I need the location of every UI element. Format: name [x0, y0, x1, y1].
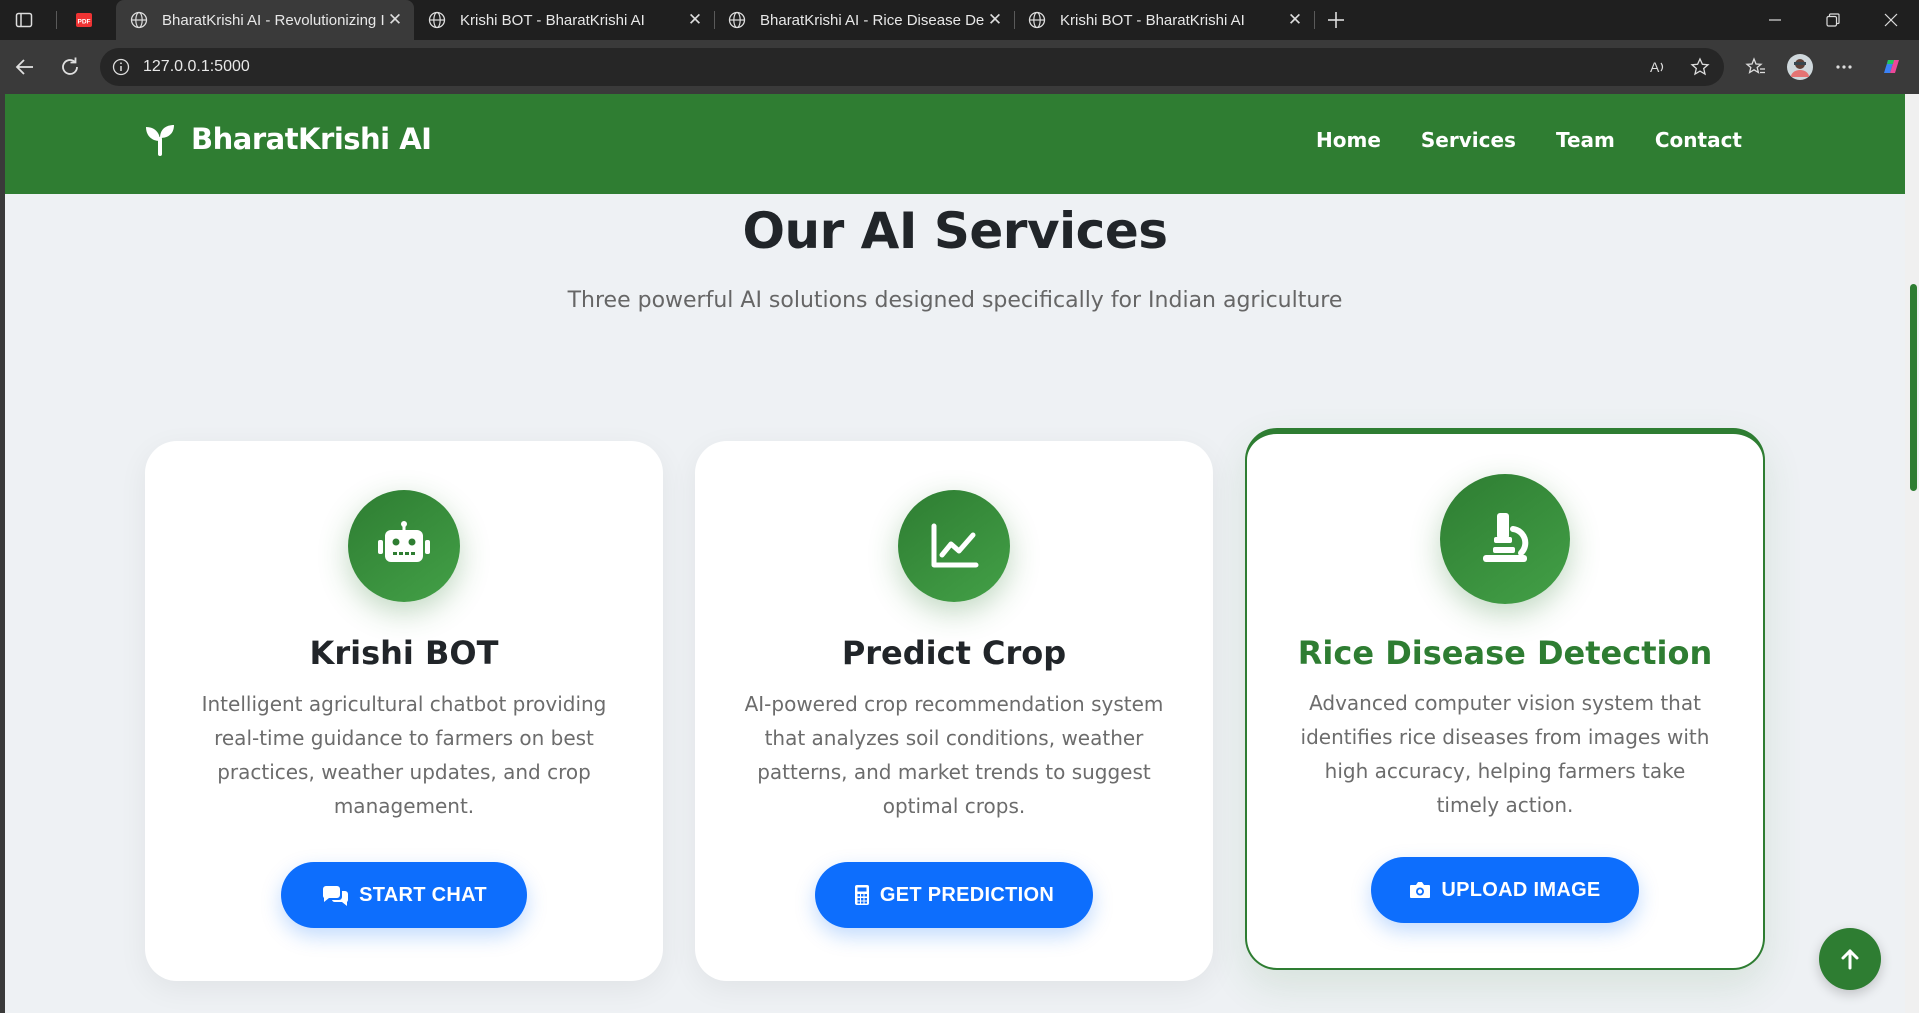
calculator-icon — [854, 885, 869, 905]
tab-separator — [1314, 11, 1315, 29]
svg-text:A: A — [1650, 59, 1660, 75]
copilot-icon[interactable] — [1877, 53, 1905, 81]
site-navbar: BharatKrishi AI Home Services Team Conta… — [5, 94, 1905, 194]
url-text[interactable]: 127.0.0.1:5000 — [143, 48, 250, 86]
back-to-top-button[interactable] — [1819, 928, 1881, 990]
service-card-krishi-bot: Krishi BOT Intelligent agricultural chat… — [145, 441, 663, 981]
info-icon[interactable] — [112, 58, 130, 76]
svg-text:PDF: PDF — [78, 19, 91, 26]
button-label: START CHAT — [359, 883, 487, 906]
profile-avatar-icon[interactable] — [1786, 53, 1814, 81]
service-card-predict-crop: Predict Crop AI-powered crop recommendat… — [695, 441, 1213, 981]
camera-icon — [1410, 882, 1431, 898]
button-label: GET PREDICTION — [879, 883, 1055, 906]
globe-icon — [728, 11, 746, 29]
nav-link-home[interactable]: Home — [1316, 128, 1381, 152]
get-prediction-button[interactable]: GET PREDICTION — [815, 862, 1093, 928]
brand-logo[interactable]: BharatKrishi AI — [143, 122, 432, 156]
seedling-icon — [146, 125, 174, 156]
globe-icon — [130, 11, 148, 29]
upload-image-button[interactable]: UPLOAD IMAGE — [1371, 857, 1639, 923]
tab-title: BharatKrishi AI - Revolutionizing Indian… — [162, 11, 384, 29]
card-title: Krishi BOT — [309, 634, 499, 672]
browser-toolbar: 127.0.0.1:5000 A — [0, 40, 1919, 94]
new-tab-icon[interactable] — [1324, 8, 1348, 32]
close-window-icon[interactable] — [1868, 0, 1914, 40]
page-scrollbar[interactable] — [1905, 94, 1919, 1013]
browser-tab-strip: PDF BharatKrishi AI - Revolutionizing In… — [0, 0, 1919, 40]
minimize-icon[interactable] — [1752, 0, 1798, 40]
restore-icon[interactable] — [1810, 0, 1856, 40]
refresh-icon[interactable] — [55, 52, 85, 82]
pdf-tab-icon[interactable]: PDF — [74, 10, 94, 30]
tab-krishi-bot-2[interactable]: Krishi BOT - BharatKrishi AI ✕ — [1014, 0, 1314, 40]
tab-title: Krishi BOT - BharatKrishi AI — [1060, 11, 1245, 29]
close-icon[interactable]: ✕ — [984, 10, 1006, 30]
tab-krishi-bot[interactable]: Krishi BOT - BharatKrishi AI ✕ — [414, 0, 714, 40]
section-title: Our AI Services — [742, 202, 1169, 260]
scrollbar-thumb[interactable] — [1910, 284, 1917, 491]
card-description: Advanced computer vision system that ide… — [1300, 691, 1710, 817]
button-label: UPLOAD IMAGE — [1441, 878, 1601, 901]
page-viewport: BharatKrishi AI Home Services Team Conta… — [0, 94, 1919, 1013]
section-subtitle: Three powerful AI solutions designed spe… — [567, 288, 1343, 313]
back-arrow-icon[interactable] — [10, 52, 40, 82]
start-chat-button[interactable]: START CHAT — [281, 862, 527, 928]
service-card-rice-disease: Rice Disease Detection Advanced computer… — [1245, 428, 1765, 970]
close-icon[interactable]: ✕ — [684, 10, 706, 30]
chart-line-icon — [898, 490, 1010, 602]
nav-links: Home Services Team Contact — [1316, 128, 1742, 152]
address-bar[interactable]: 127.0.0.1:5000 A — [100, 48, 1724, 86]
card-title: Rice Disease Detection — [1297, 634, 1713, 672]
robot-icon — [348, 490, 460, 602]
tab-title: Krishi BOT - BharatKrishi AI — [460, 11, 645, 29]
tab-rice-disease[interactable]: BharatKrishi AI - Rice Disease Detection… — [714, 0, 1014, 40]
microscope-icon — [1440, 474, 1570, 604]
tab-bharatkrishi-home[interactable]: BharatKrishi AI - Revolutionizing Indian… — [116, 0, 414, 40]
more-options-icon[interactable] — [1830, 53, 1858, 81]
brand-name: BharatKrishi AI — [191, 122, 432, 156]
close-icon[interactable]: ✕ — [1284, 10, 1306, 30]
nav-link-contact[interactable]: Contact — [1655, 128, 1742, 152]
close-icon[interactable]: ✕ — [384, 10, 406, 30]
globe-icon — [1028, 11, 1046, 29]
nav-link-services[interactable]: Services — [1421, 128, 1516, 152]
arrow-up-icon — [1841, 949, 1859, 970]
card-description: Intelligent agricultural chatbot providi… — [201, 692, 607, 818]
favorite-star-icon[interactable] — [1690, 57, 1710, 77]
chat-bubbles-icon — [323, 886, 349, 906]
tab-title: BharatKrishi AI - Rice Disease Detection — [760, 11, 984, 29]
globe-icon — [428, 11, 446, 29]
tab-separator — [56, 11, 57, 29]
card-title: Predict Crop — [841, 634, 1067, 672]
read-aloud-icon[interactable]: A — [1648, 57, 1668, 77]
tab-actions-icon[interactable] — [14, 10, 34, 30]
nav-link-team[interactable]: Team — [1556, 128, 1615, 152]
card-description: AI-powered crop recommendation system th… — [744, 692, 1164, 818]
favorites-icon[interactable] — [1742, 53, 1770, 81]
